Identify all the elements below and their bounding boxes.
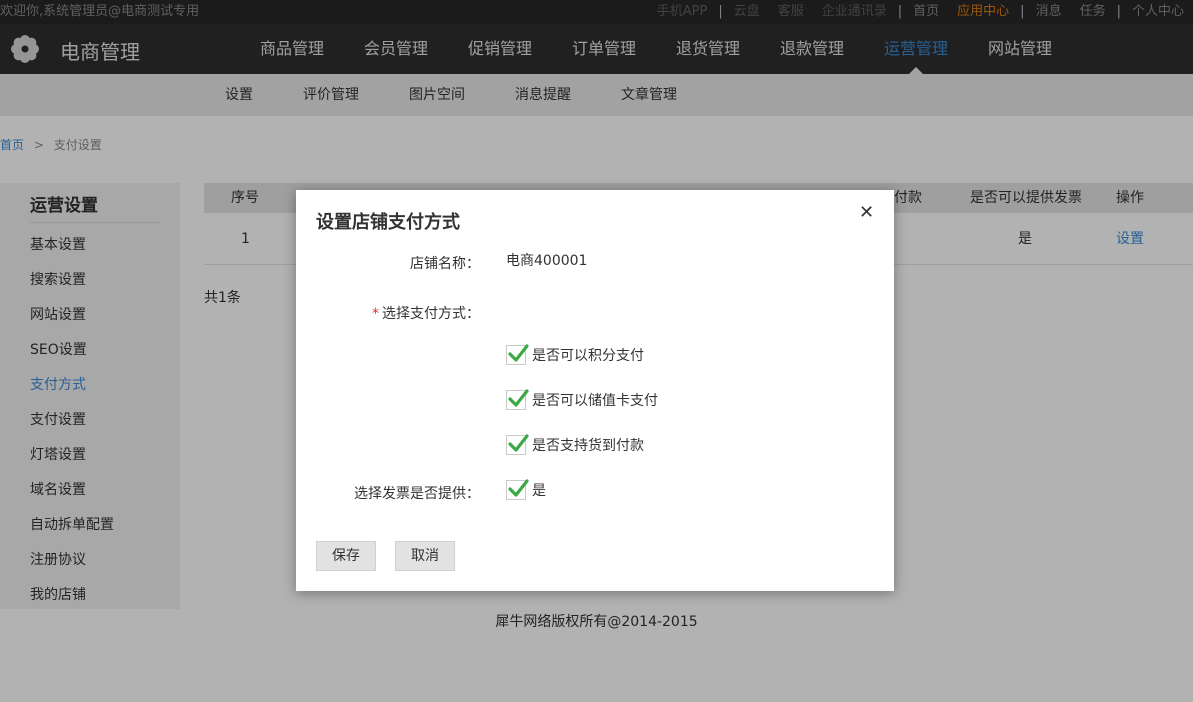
invoice-label: 选择发票是否提供：: [354, 486, 480, 502]
payment-method-label-text: 选择支付方式：: [382, 306, 480, 322]
cash-on-delivery-checkbox[interactable]: 是否支持货到付款: [506, 434, 644, 457]
cancel-button[interactable]: 取消: [395, 541, 455, 571]
store-name-value: 电商400001: [506, 253, 588, 269]
checkbox-label: 是否可以储值卡支付: [532, 393, 658, 409]
checkbox-label: 是否支持货到付款: [532, 438, 644, 454]
checkbox-box[interactable]: [506, 389, 529, 410]
stored-value-card-checkbox[interactable]: 是否可以储值卡支付: [506, 389, 658, 412]
checkbox-box[interactable]: [506, 479, 529, 500]
payment-settings-dialog: 设置店铺支付方式 ✕ 店铺名称： 电商400001 * 选择支付方式： 是否可以积…: [296, 190, 894, 591]
checkbox-label: 是: [532, 483, 546, 499]
checkbox-box[interactable]: [506, 344, 529, 365]
checkmark-icon: [508, 344, 529, 362]
save-button[interactable]: 保存: [316, 541, 376, 571]
checkbox-box[interactable]: [506, 434, 529, 455]
checkbox-label: 是否可以积分支付: [532, 348, 644, 364]
checkmark-icon: [508, 434, 529, 452]
dialog-title: 设置店铺支付方式: [316, 212, 460, 233]
close-icon[interactable]: ✕: [859, 204, 874, 222]
payment-method-label: * 选择支付方式：: [372, 303, 480, 323]
required-mark: *: [372, 306, 379, 322]
invoice-checkbox[interactable]: 是: [506, 479, 546, 502]
store-name-label: 店铺名称：: [410, 256, 480, 272]
checkmark-icon: [508, 479, 529, 497]
checkmark-icon: [508, 389, 529, 407]
points-payment-checkbox[interactable]: 是否可以积分支付: [506, 344, 644, 367]
